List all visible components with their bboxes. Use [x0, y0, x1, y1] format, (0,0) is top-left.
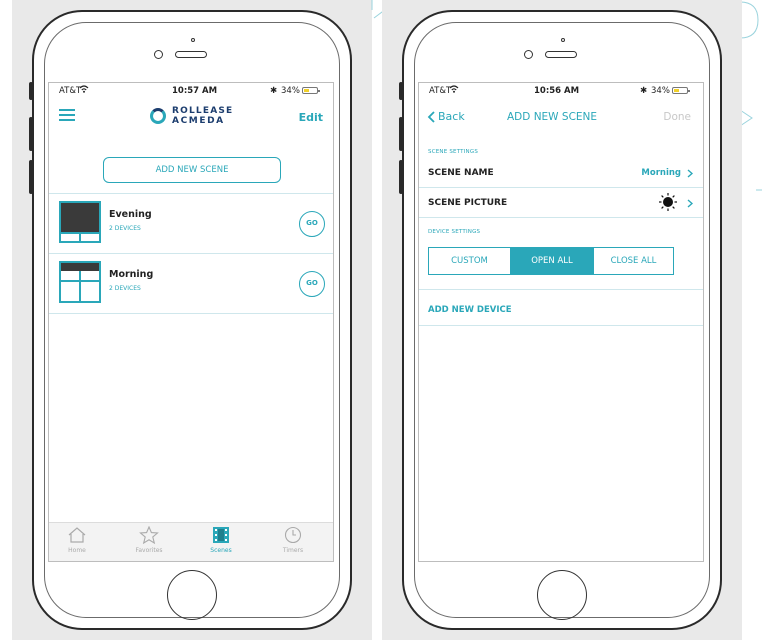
wifi-icon [449, 85, 459, 96]
carrier-label: AT&T [429, 86, 452, 96]
earpiece-speaker [545, 51, 577, 58]
star-icon [139, 526, 159, 544]
wifi-icon [79, 85, 89, 96]
right-phone-frame: AT&T 10:56 AM ✱ 34% Back ADD NEW SCENE D… [399, 10, 722, 630]
done-button[interactable]: Done [663, 111, 691, 123]
scene-name: Morning [109, 269, 154, 280]
scene-settings-section-label: SCENE SETTINGS [428, 149, 479, 155]
volume-up-button [399, 117, 403, 151]
logo-ring-icon [150, 108, 166, 124]
sun-icon [659, 193, 677, 211]
brand-logo: ROLLEASE ACMEDA [150, 105, 240, 129]
scene-name-value: Morning [641, 168, 681, 178]
scene-name-row[interactable]: SCENE NAME Morning [419, 159, 703, 185]
edit-button[interactable]: Edit [299, 111, 323, 124]
chevron-right-icon [687, 169, 693, 178]
segment-close-all[interactable]: CLOSE ALL [593, 247, 673, 275]
tab-bar: Home Favorites Scenes Timers [49, 522, 333, 561]
left-screen: AT&T 10:57 AM ✱ 34% ROLLEASE ACMEDA Edit… [48, 82, 334, 562]
scene-device-count: 2 DEVICES [109, 285, 141, 292]
go-button[interactable]: GO [299, 211, 325, 237]
left-phone-frame: AT&T 10:57 AM ✱ 34% ROLLEASE ACMEDA Edit… [29, 10, 352, 630]
chevron-left-icon [427, 111, 435, 123]
tab-label: Timers [282, 547, 304, 554]
proximity-sensor [561, 38, 565, 42]
status-bar: AT&T 10:56 AM ✱ 34% [419, 83, 703, 99]
back-label: Back [438, 110, 465, 123]
mute-switch [29, 82, 33, 100]
hamburger-menu-icon[interactable] [59, 107, 75, 121]
scene-picture-row[interactable]: SCENE PICTURE [419, 189, 703, 215]
scene-device-count: 2 DEVICES [109, 225, 141, 232]
mute-switch [399, 82, 403, 100]
tab-label: Home [68, 547, 86, 554]
earpiece-speaker [175, 51, 207, 58]
bluetooth-icon: ✱ [640, 86, 648, 96]
tab-scenes[interactable]: Scenes [193, 526, 249, 554]
scene-list-item-morning[interactable]: Morning 2 DEVICES GO [49, 253, 333, 313]
closed-blind-thumbnail-icon [59, 201, 101, 243]
tab-timers[interactable]: Timers [265, 526, 321, 554]
home-icon [68, 527, 86, 543]
clock-time: 10:57 AM [172, 86, 218, 96]
volume-down-button [399, 160, 403, 194]
segment-open-all[interactable]: OPEN ALL [511, 247, 593, 275]
go-button[interactable]: GO [299, 271, 325, 297]
film-icon [213, 527, 229, 543]
tab-label: Favorites [135, 547, 163, 554]
scene-name: Evening [109, 209, 152, 220]
scene-list-item-evening[interactable]: Evening 2 DEVICES GO [49, 193, 333, 253]
page-title: ADD NEW SCENE [507, 111, 598, 123]
logo-line-1: ROLLEASE [172, 106, 234, 116]
scene-picture-label: SCENE PICTURE [428, 198, 508, 208]
battery-icon [672, 87, 690, 94]
scene-name-label: SCENE NAME [428, 168, 494, 178]
front-camera [154, 50, 163, 59]
battery-percent: 34% [651, 86, 670, 96]
tab-home[interactable]: Home [49, 526, 105, 554]
home-button[interactable] [537, 570, 587, 620]
home-button[interactable] [167, 570, 217, 620]
clock-icon [284, 526, 302, 544]
right-panel: AT&T 10:56 AM ✱ 34% Back ADD NEW SCENE D… [382, 0, 742, 640]
proximity-sensor [191, 38, 195, 42]
right-screen: AT&T 10:56 AM ✱ 34% Back ADD NEW SCENE D… [418, 82, 704, 562]
bluetooth-icon: ✱ [270, 86, 278, 96]
clock-time: 10:56 AM [534, 86, 580, 96]
left-panel: AT&T 10:57 AM ✱ 34% ROLLEASE ACMEDA Edit… [12, 0, 372, 640]
logo-line-2: ACMEDA [172, 116, 225, 126]
carrier-label: AT&T [59, 86, 82, 96]
tab-favorites[interactable]: Favorites [121, 526, 177, 554]
list-divider [49, 313, 333, 314]
battery-percent: 34% [281, 86, 300, 96]
status-bar: AT&T 10:57 AM ✱ 34% [49, 83, 333, 99]
tab-label: Scenes [210, 547, 232, 554]
add-new-device-button[interactable]: ADD NEW DEVICE [428, 305, 512, 315]
row-divider [419, 325, 703, 326]
battery-icon [302, 87, 320, 94]
open-close-segmented-control: CUSTOM OPEN ALL CLOSE ALL [428, 247, 674, 275]
chevron-right-icon [687, 199, 693, 208]
segment-custom[interactable]: CUSTOM [429, 247, 511, 275]
front-camera [524, 50, 533, 59]
volume-down-button [29, 160, 33, 194]
row-divider [419, 187, 703, 188]
add-new-scene-button[interactable]: ADD NEW SCENE [103, 157, 281, 183]
row-divider [419, 217, 703, 218]
device-settings-section-label: DEVICE SETTINGS [428, 229, 481, 235]
open-window-thumbnail-icon [59, 261, 101, 303]
row-divider [419, 289, 703, 290]
volume-up-button [29, 117, 33, 151]
